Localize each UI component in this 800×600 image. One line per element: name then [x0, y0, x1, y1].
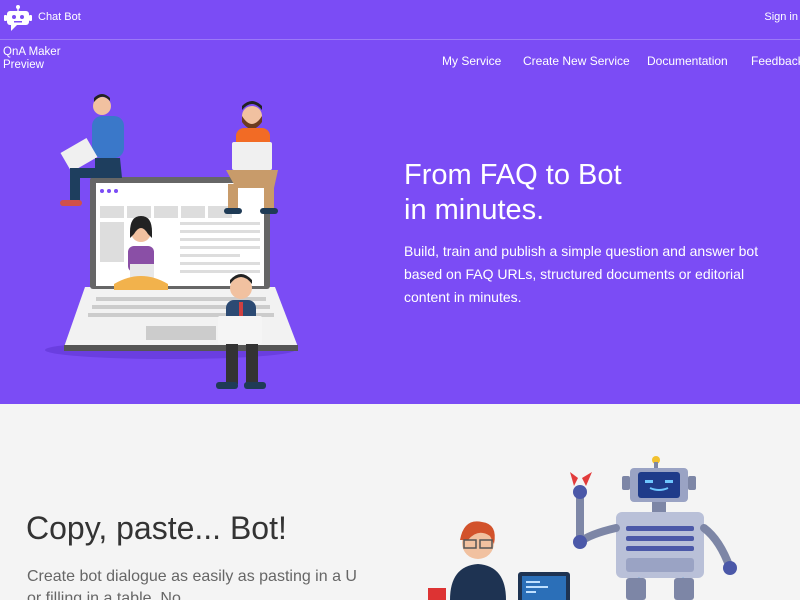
chatbot-logo-icon[interactable]	[4, 4, 32, 34]
hero-title-line1: From FAQ to Bot	[404, 159, 622, 191]
section-subtitle-line2: or filling in a table. No	[27, 590, 181, 600]
section-subtitle: Create bot dialogue as easily as pasting…	[27, 566, 357, 600]
hero-subtitle-line2: based on FAQ URLs, structured documents …	[404, 266, 745, 282]
hero-title-line2: in minutes.	[404, 194, 545, 226]
sign-in-link[interactable]: Sign in	[764, 11, 798, 23]
hero-subtitle-line3: content in minutes.	[404, 289, 522, 305]
nav-create-new-service[interactable]: Create New Service	[523, 54, 630, 68]
robot-developer-illustration	[428, 456, 737, 600]
top-bar: Chat Bot Sign in	[0, 0, 800, 40]
hero-title: From FAQ to Bot in minutes.	[404, 158, 704, 228]
nav-documentation[interactable]: Documentation	[647, 54, 728, 68]
product-name-line2: Preview	[3, 59, 44, 71]
laptop-people-illustration	[45, 94, 298, 389]
product-name-line1: QnA Maker	[3, 46, 61, 58]
brand-name[interactable]: Chat Bot	[38, 11, 81, 23]
hero-subtitle: Build, train and publish a simple questi…	[404, 240, 784, 309]
section-title: Copy, paste... Bot!	[26, 510, 287, 546]
product-name[interactable]: QnA Maker Preview	[3, 46, 83, 72]
hero-section: Chat Bot Sign in QnA Maker Preview My Se…	[0, 0, 800, 404]
nav-feedback[interactable]: Feedback	[751, 54, 800, 68]
hero-subtitle-line1: Build, train and publish a simple questi…	[404, 243, 759, 259]
nav-my-service[interactable]: My Service	[442, 54, 501, 68]
section-subtitle-line1: Create bot dialogue as easily as pasting…	[27, 568, 357, 585]
